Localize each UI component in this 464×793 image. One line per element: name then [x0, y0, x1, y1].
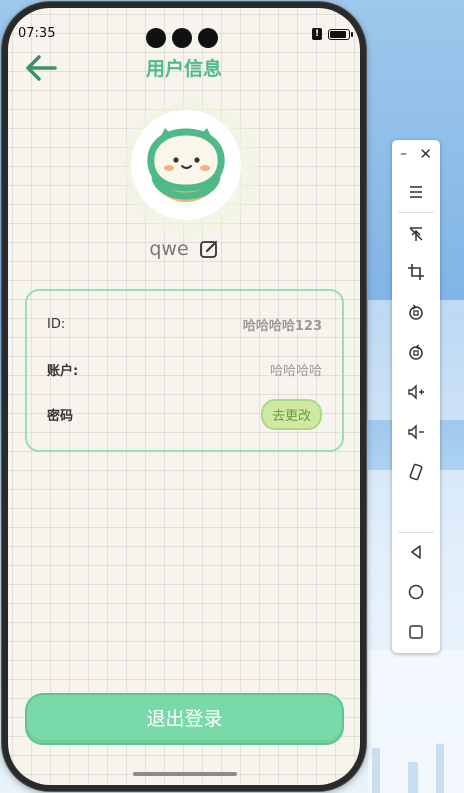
status-time: 07:35 — [18, 26, 56, 41]
alert-icon: ! — [312, 28, 322, 40]
volume-up-icon[interactable] — [392, 378, 440, 406]
info-row-password: 密码 去更改 — [47, 398, 322, 430]
info-row-account: 账户: 哈哈哈哈 — [47, 354, 322, 384]
camera-dot — [172, 28, 192, 48]
info-card: ID: 哈哈哈哈123 账户: 哈哈哈哈 密码 去更改 — [25, 289, 344, 452]
home-indicator[interactable] — [133, 772, 237, 776]
rotate-left-icon[interactable] — [392, 298, 440, 326]
app-screen: 07:35 ! 用户信息 qwe ID: 哈哈哈哈123 账户: 哈哈哈哈 密码… — [8, 8, 360, 785]
avatar[interactable] — [131, 110, 241, 220]
overview-icon[interactable] — [392, 618, 440, 646]
crop-icon[interactable] — [392, 258, 440, 286]
account-label: 账户: — [47, 363, 79, 379]
back-icon[interactable] — [392, 538, 440, 566]
rotate-device-icon[interactable] — [392, 458, 440, 486]
minimize-icon[interactable]: – — [400, 146, 407, 162]
home-icon[interactable] — [392, 578, 440, 606]
username: qwe — [149, 238, 189, 260]
menu-icon[interactable] — [392, 178, 440, 206]
logout-button[interactable]: 退出登录 — [25, 693, 344, 745]
rotate-right-icon[interactable] — [392, 338, 440, 366]
battery-icon — [328, 28, 353, 40]
info-row-id: ID: 哈哈哈哈123 — [47, 309, 322, 339]
pin-off-icon[interactable] — [392, 220, 440, 248]
change-password-button[interactable]: 去更改 — [260, 398, 322, 430]
close-icon[interactable]: ✕ — [419, 145, 432, 163]
edit-icon[interactable] — [199, 239, 219, 259]
id-value: 哈哈哈哈123 — [242, 318, 322, 334]
status-icons: ! — [312, 28, 353, 40]
password-label: 密码 — [47, 408, 74, 424]
emulator-toolbar: – ✕ — [392, 140, 440, 653]
phone-frame: 07:35 ! 用户信息 qwe ID: 哈哈哈哈123 账户: 哈哈哈哈 密码… — [2, 2, 366, 791]
id-label: ID: — [47, 316, 66, 332]
page-title: 用户信息 — [145, 58, 222, 80]
account-value: 哈哈哈哈 — [269, 363, 322, 379]
camera-dot — [146, 28, 166, 48]
camera-dot — [198, 28, 218, 48]
username-row: qwe — [8, 238, 360, 260]
volume-down-icon[interactable] — [392, 418, 440, 446]
